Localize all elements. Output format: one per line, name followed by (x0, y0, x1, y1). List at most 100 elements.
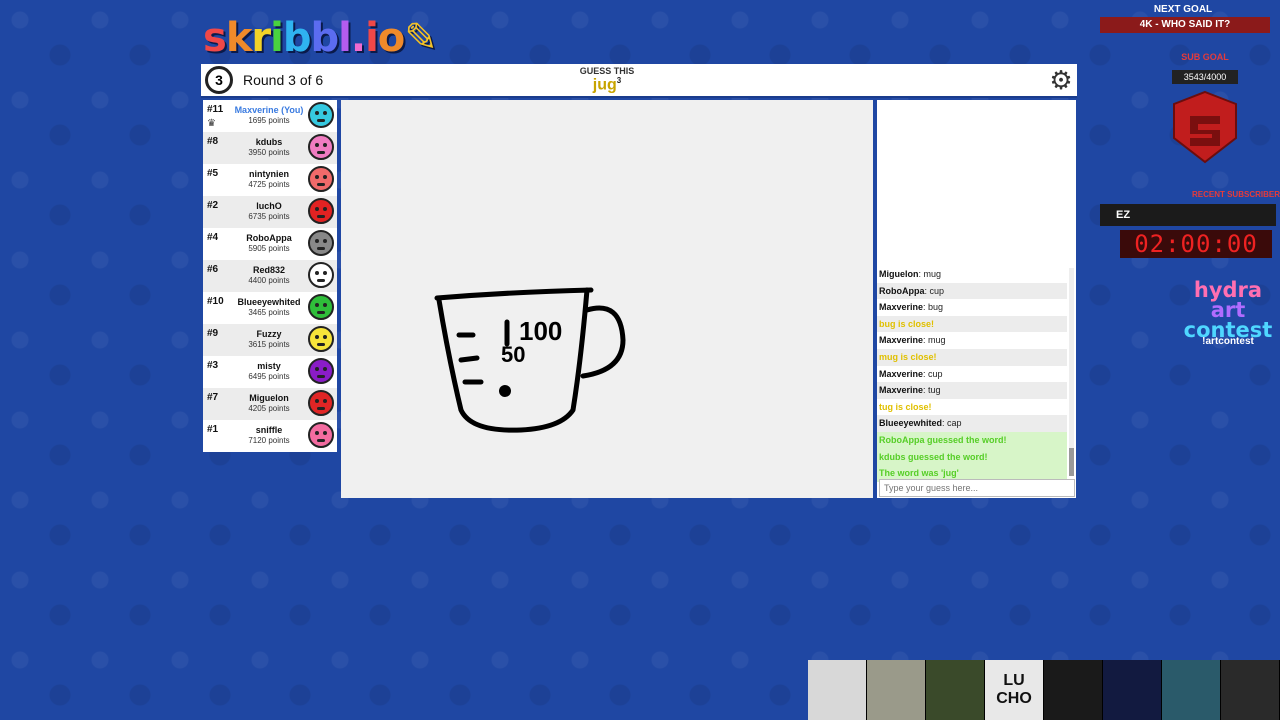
player-row[interactable]: #1 sniffle 7120 points (203, 420, 337, 452)
alarm-clock-icon: 3 (205, 66, 233, 94)
chat-message: Maxverine: mug (879, 335, 946, 346)
player-avatar-icon (308, 294, 334, 320)
player-name: luchO (256, 201, 282, 211)
player-row[interactable]: #9 Fuzzy 3615 points (203, 324, 337, 356)
player-rank: #5 (207, 168, 219, 179)
player-name: misty (257, 361, 281, 371)
chat-text: bug (928, 302, 944, 313)
player-points: 3615 points (248, 340, 290, 349)
chat-message: Miguelon: mug (879, 269, 942, 279)
chat-message: kdubs guessed the word! (877, 448, 1067, 466)
player-points: 4400 points (248, 276, 290, 285)
player-name: Miguelon (249, 393, 289, 403)
drawing-text-100: 100 (519, 316, 562, 346)
chat-user: Blueeyewhited (879, 418, 943, 429)
dark-thumbnail (1103, 660, 1162, 720)
chat-user: Maxverine (879, 335, 924, 346)
game-header: 3 Round 3 of 6 GUESS THIS jug3 ⚙ (201, 64, 1077, 98)
chat-message: Blueeyewhited: cap (877, 415, 1067, 432)
word-hint: jug3 (557, 76, 657, 94)
round-indicator: Round 3 of 6 (243, 72, 324, 88)
player-name: kdubs (255, 137, 283, 147)
chat-message: Maxverine: tug (877, 382, 1067, 399)
player-avatar-icon (308, 230, 334, 256)
pattern-thumbnail (1044, 660, 1103, 720)
chat-panel: Miguelon: mug RoboAppa: cup Maxverine: bug… (877, 100, 1076, 498)
chat-text: mug is close! (879, 351, 937, 362)
chat-message: Maxverine: bug (879, 302, 944, 313)
player-avatar-icon (308, 134, 334, 160)
contest-line2: art (1210, 298, 1246, 322)
player-row[interactable]: #8 kdubs 3950 points (203, 132, 337, 164)
chat-text: cap (947, 418, 962, 429)
guess-this-label: GUESS THIS (579, 66, 635, 76)
sub-goal-value: 3543/4000 (1172, 70, 1238, 84)
player-row[interactable]: #11 Maxverine (You) 1695 points ♛ (203, 100, 337, 132)
art-contest-logo: hydra art contest (1180, 280, 1276, 341)
player-rank: #1 (207, 424, 219, 435)
dragon-thumbnail (1162, 660, 1221, 720)
player-row[interactable]: #2 luchO 6735 points (203, 196, 337, 228)
chat-message: Maxverine: cup (879, 368, 943, 379)
player-row[interactable]: #5 nintynien 4725 points (203, 164, 337, 196)
word-text: jug (592, 76, 617, 94)
next-goal-label: NEXT GOAL (1153, 4, 1213, 15)
player-row[interactable]: #3 misty 6495 points (203, 356, 337, 388)
chat-user: Miguelon (879, 269, 919, 279)
chat-user: Maxverine (879, 302, 924, 313)
player-row[interactable]: #6 Red832 4400 points (203, 260, 337, 292)
player-avatar-icon (308, 198, 334, 224)
word-length: 3 (616, 76, 622, 85)
streamer-shield-logo (1173, 90, 1237, 164)
player-points: 4725 points (248, 180, 290, 189)
chat-user: Maxverine (879, 368, 924, 379)
player-avatar-icon (308, 166, 334, 192)
player-rank: #4 (207, 232, 219, 243)
player-avatar-icon (308, 262, 334, 288)
player-name: nintynien (249, 169, 289, 179)
chat-scrollbar[interactable] (1069, 268, 1074, 476)
player-list: #11 Maxverine (You) 1695 points ♛ #8 kdubs 395… (203, 100, 337, 452)
portrait-thumbnail (1221, 660, 1280, 720)
chat-text: bug is close! (879, 318, 935, 329)
chat-text: mug (923, 269, 942, 279)
player-points: 1695 points (248, 116, 290, 125)
recent-subscriber-label: RECENT SUBSCRIBER (1191, 190, 1280, 199)
chat-message: RoboAppa: cup (877, 282, 1067, 300)
lucho-thumbnail: LU CHO (985, 660, 1044, 720)
player-row[interactable]: #10 Blueeyewhited 3465 points (203, 292, 337, 324)
chat-user: Maxverine (879, 385, 924, 396)
sub-goal-label: SUB GOAL (1181, 52, 1229, 62)
chat-text: cup (928, 368, 943, 379)
player-name: Fuzzy (256, 329, 282, 339)
player-rank: #2 (207, 200, 219, 211)
player-points: 6495 points (248, 372, 290, 381)
player-rank: #7 (207, 392, 219, 403)
cat-thumbnail (808, 660, 867, 720)
player-name: Blueeyewhited (237, 297, 301, 307)
player-rank: #3 (207, 360, 219, 371)
chat-user: RoboAppa (879, 285, 925, 296)
player-rank: #8 (207, 136, 219, 147)
player-rank: #11 (207, 104, 224, 115)
drawing-jug: 100 50 (434, 287, 626, 433)
player-rank: #9 (207, 328, 219, 339)
settings-gear-icon[interactable]: ⚙ (1047, 66, 1075, 94)
chat-message: bug is close! (877, 315, 1067, 333)
player-row[interactable]: #4 RoboAppa 5905 points (203, 228, 337, 260)
player-points: 5905 points (248, 244, 290, 253)
player-avatar-icon (308, 102, 334, 128)
player-points: 3950 points (248, 148, 290, 157)
recent-subscriber-name: EZ (1100, 204, 1276, 226)
chat-text: RoboAppa guessed the word! (879, 434, 1007, 445)
lucho-line2: CHO (996, 690, 1032, 707)
drawing-canvas[interactable]: 100 50 (341, 100, 873, 498)
lucho-line1: LU (1003, 672, 1025, 689)
guess-input[interactable] (879, 479, 1075, 497)
player-rank: #10 (207, 296, 224, 307)
player-avatar-icon (308, 390, 334, 416)
player-row[interactable]: #7 Miguelon 4205 points (203, 388, 337, 420)
player-points: 4205 points (248, 404, 290, 413)
next-goal-value: 4K - WHO SAID IT? (1100, 17, 1270, 33)
player-avatar-icon (308, 358, 334, 384)
